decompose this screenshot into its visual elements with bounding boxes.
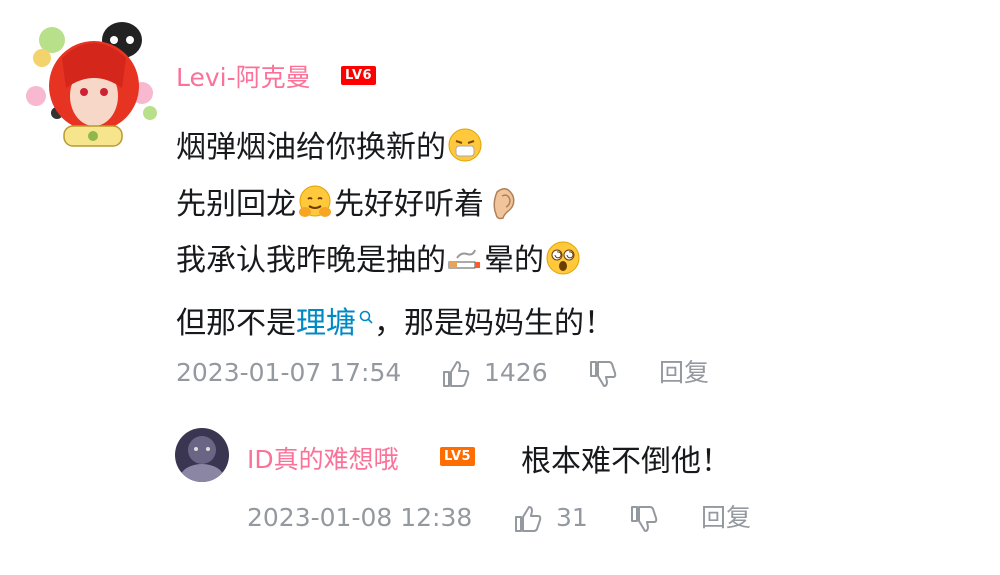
level-badge: LV6 bbox=[341, 66, 377, 85]
username[interactable]: Levi-阿克曼 bbox=[176, 58, 311, 94]
level-badge: LV5 bbox=[440, 447, 476, 466]
thumbs-down-icon[interactable] bbox=[587, 358, 619, 390]
thumbs-up-icon[interactable] bbox=[512, 503, 544, 535]
comment-text: 先别回龙 bbox=[176, 187, 296, 222]
comment-line-2: 先别回龙 先好好听着 bbox=[176, 184, 522, 224]
avatar[interactable] bbox=[175, 428, 229, 482]
reply-text: 根本难不倒他！ bbox=[521, 444, 731, 479]
comment-text: 先好好听着 bbox=[334, 187, 484, 222]
cigarette-emoji bbox=[447, 240, 483, 276]
comment-line-1: 烟弹烟油给你换新的 bbox=[176, 127, 484, 167]
comment-line-4: 但那不是理塘 ，那是妈妈生的！ bbox=[176, 296, 614, 341]
comment-text: 烟弹烟油给你换新的 bbox=[176, 130, 446, 165]
comment-text: 我承认我昨晚是抽的 bbox=[176, 243, 446, 278]
like-count: 1426 bbox=[484, 358, 548, 387]
avatar[interactable] bbox=[22, 18, 162, 148]
ear-emoji bbox=[485, 184, 521, 220]
timestamp: 2023-01-07 17:54 bbox=[176, 358, 402, 387]
comment-text: 但那不是 bbox=[176, 306, 296, 341]
dizzy-face-emoji bbox=[545, 240, 581, 276]
search-link[interactable]: 理塘 bbox=[296, 306, 356, 341]
reply-button[interactable]: 回复 bbox=[659, 356, 709, 390]
hugging-face-emoji bbox=[297, 184, 333, 220]
reply-button[interactable]: 回复 bbox=[701, 501, 751, 535]
comment-text: 晕的 bbox=[484, 243, 544, 278]
thumbs-down-icon[interactable] bbox=[628, 503, 660, 535]
timestamp: 2023-01-08 12:38 bbox=[247, 503, 473, 532]
search-icon[interactable] bbox=[358, 296, 374, 324]
like-count: 31 bbox=[556, 503, 588, 532]
comment-text: ，那是妈妈生的！ bbox=[374, 306, 614, 341]
mask-face-emoji bbox=[447, 127, 483, 163]
thumbs-up-icon[interactable] bbox=[440, 358, 472, 390]
comment-line-3: 我承认我昨晚是抽的 晕的 bbox=[176, 240, 582, 280]
username[interactable]: ID真的难想哦 bbox=[247, 440, 399, 476]
